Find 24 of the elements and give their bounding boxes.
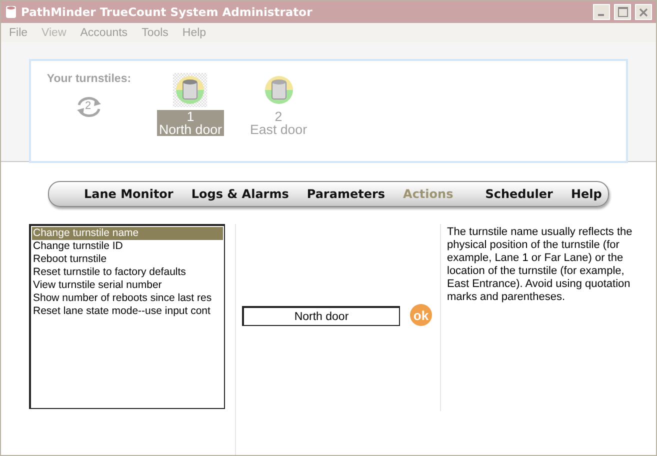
- list-item[interactable]: Reset turnstile to factory defaults: [32, 266, 223, 279]
- nav-tab[interactable]: Scheduler: [476, 187, 562, 201]
- turnstile-icon: [173, 73, 208, 107]
- maximize-button[interactable]: [614, 4, 631, 20]
- minimize-button[interactable]: [593, 4, 610, 20]
- maximize-icon: [618, 7, 628, 17]
- list-item[interactable]: Change turnstile name: [32, 227, 223, 240]
- refresh-count: 2: [85, 100, 92, 112]
- app-icon: [5, 5, 17, 19]
- help-text: The turnstile name usually reflects the physical position of the turnstile (for example, Lane 1 or Far Lane) or the location of the turnstile (for example, East Entrance). Avoid using quotation marks and parentheses.: [447, 226, 634, 304]
- list-item[interactable]: Reset lane state mode--use input cont: [32, 305, 223, 318]
- turnstiles-label: Your turnstiles:: [46, 73, 132, 85]
- window-title: PathMinder TrueCount System Administrator: [21, 5, 312, 19]
- list-item[interactable]: Reboot turnstile: [32, 253, 223, 266]
- nav-tab[interactable]: Lane Monitor: [75, 187, 182, 201]
- list-item[interactable]: Show number of reboots since last res: [32, 292, 223, 305]
- name-field[interactable]: North door: [242, 306, 400, 326]
- nav-tab[interactable]: Logs & Alarms: [182, 187, 298, 201]
- nav-tab[interactable]: Parameters: [298, 187, 394, 201]
- nav-tab[interactable]: Help: [562, 187, 611, 201]
- close-button[interactable]: [635, 4, 652, 20]
- list-item[interactable]: Change turnstile ID: [32, 240, 223, 253]
- close-icon: [639, 8, 648, 16]
- list-item[interactable]: View turnstile serial number: [32, 279, 223, 292]
